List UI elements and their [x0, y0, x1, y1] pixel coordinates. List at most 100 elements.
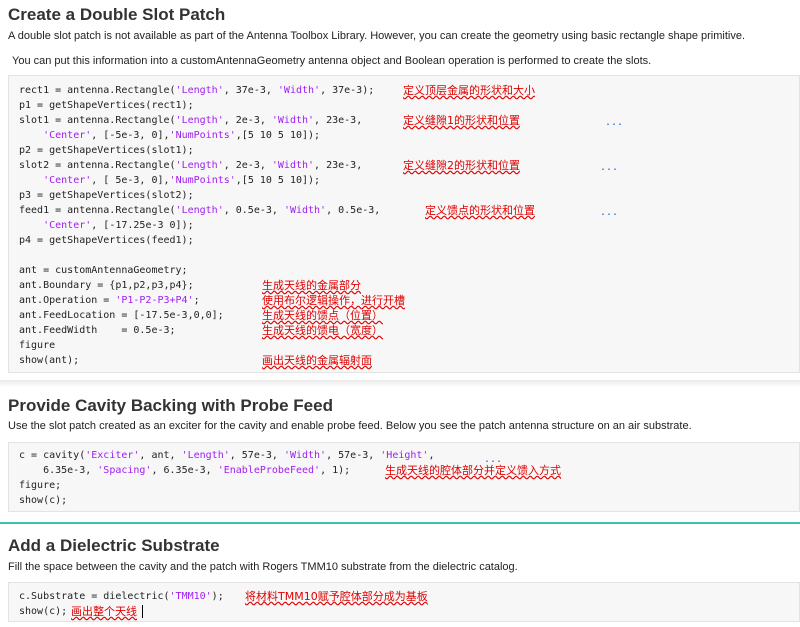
section-title-cavity: Provide Cavity Backing with Probe Feed: [8, 396, 333, 415]
code-token: slot1 = antenna.Rectangle(: [19, 115, 176, 126]
code-line: p3 = getShapeVertices(slot2);: [19, 190, 194, 201]
string-literal: 'Center': [43, 130, 92, 141]
code-comment: 将材料TMM10赋予腔体部分成为基板: [245, 590, 428, 603]
continuation-ellipsis: ...: [600, 207, 619, 218]
code-line: ant.FeedWidth = 0.5e-3;: [19, 325, 176, 336]
code-token: , 57e-3,: [229, 450, 284, 461]
code-line: ant = customAntennaGeometry;: [19, 265, 188, 276]
section-description: You can put this information into a cust…: [12, 55, 652, 67]
code-token: , 37e-3);: [320, 85, 375, 96]
string-literal: 'Width': [277, 85, 321, 96]
code-line: ant.Operation = 'P1-P2-P3+P4';: [19, 293, 200, 308]
string-literal: 'Width': [271, 115, 315, 126]
string-literal: 'Length': [181, 450, 230, 461]
code-comment: 定义馈点的形状和位置: [425, 204, 535, 217]
string-literal: 'Width': [283, 205, 327, 216]
string-literal: 'Center': [43, 220, 92, 231]
section-description: Use the slot patch created as an exciter…: [8, 420, 692, 432]
section-title-dielectric: Add a Dielectric Substrate: [8, 536, 220, 555]
code-line: c = cavity('Exciter', ant, 'Length', 57e…: [19, 448, 434, 463]
code-line: feed1 = antenna.Rectangle('Length', 0.5e…: [19, 203, 380, 218]
code-token: , 23e-3,: [314, 160, 363, 171]
code-token: rect1 = antenna.Rectangle(: [19, 85, 176, 96]
code-token: , 0.5e-3,: [223, 205, 284, 216]
code-token: , ant,: [139, 450, 182, 461]
string-literal: 'Length': [175, 115, 224, 126]
code-comment: 使用布尔逻辑操作，进行开槽: [262, 294, 405, 307]
code-line: c.Substrate = dielectric('TMM10');: [19, 589, 224, 604]
code-token: , 37e-3,: [223, 85, 278, 96]
code-comment: 生成天线的馈电（宽度）: [262, 324, 383, 337]
code-line: p2 = getShapeVertices(slot1);: [19, 145, 194, 156]
string-literal: 'Length': [175, 205, 224, 216]
code-line: figure;: [19, 480, 62, 491]
code-token: , [-5e-3, 0],: [91, 130, 170, 141]
code-token: c.Substrate = dielectric(: [19, 591, 170, 602]
code-token: , 2e-3,: [223, 115, 272, 126]
code-comment: 定义顶层金属的形状和大小: [403, 84, 535, 97]
section-description: Fill the space between the cavity and th…: [8, 561, 518, 573]
code-line: ant.FeedLocation = [-17.5e-3,0,0];: [19, 310, 224, 321]
string-literal: 'Length': [175, 85, 224, 96]
continuation-ellipsis: ...: [600, 162, 619, 173]
code-line: figure: [19, 340, 56, 351]
section-description: A double slot patch is not available as …: [8, 30, 746, 42]
code-comment: 定义缝隙1的形状和位置: [403, 114, 520, 127]
string-literal: 'NumPoints': [169, 175, 236, 186]
code-token: , 23e-3,: [314, 115, 363, 126]
string-literal: 'NumPoints': [169, 130, 236, 141]
code-line: show(ant);: [19, 355, 80, 366]
code-token: ,: [428, 450, 435, 461]
text-cursor: [142, 605, 143, 618]
string-literal: 'Height': [380, 450, 429, 461]
code-comment: 画出天线的金属辐射面: [262, 354, 372, 367]
code-line: slot2 = antenna.Rectangle('Length', 2e-3…: [19, 158, 362, 173]
code-token: slot2 = antenna.Rectangle(: [19, 160, 176, 171]
code-token: );: [211, 591, 224, 602]
string-literal: 'Width': [271, 160, 315, 171]
code-token: ant.Operation =: [19, 295, 116, 306]
code-token: , 1);: [320, 465, 351, 476]
continuation-ellipsis: ...: [605, 117, 624, 128]
code-line: rect1 = antenna.Rectangle('Length', 37e-…: [19, 83, 374, 98]
code-line: p1 = getShapeVertices(rect1);: [19, 100, 194, 111]
code-token: , 2e-3,: [223, 160, 272, 171]
code-line: show(c);: [19, 606, 68, 617]
code-line: show(c);: [19, 495, 68, 506]
section-divider: [0, 522, 800, 524]
code-comment: 画出整个天线: [71, 605, 137, 618]
code-token: , 57e-3,: [326, 450, 381, 461]
code-token: ,[5 10 5 10]);: [235, 130, 321, 141]
code-token: ,[5 10 5 10]);: [235, 175, 321, 186]
string-literal: 'Width': [283, 450, 327, 461]
code-line: p4 = getShapeVertices(feed1);: [19, 235, 194, 246]
string-literal: 'Exciter': [85, 450, 140, 461]
string-literal: 'EnableProbeFeed': [217, 465, 321, 476]
code-line: 'Center', [ 5e-3, 0],'NumPoints',[5 10 5…: [19, 173, 320, 188]
code-token: , [ 5e-3, 0],: [91, 175, 170, 186]
code-token: , 6.35e-3,: [151, 465, 218, 476]
string-literal: 'Center': [43, 175, 92, 186]
string-literal: 'TMM10': [169, 591, 212, 602]
code-comment: 生成天线的馈点（位置）: [262, 309, 383, 322]
code-comment: 生成天线的腔体部分并定义馈入方式: [385, 464, 561, 477]
code-comment: 生成天线的金属部分: [262, 279, 361, 292]
code-token: ;: [193, 295, 200, 306]
code-line: 'Center', [-17.25e-3 0]);: [19, 218, 194, 233]
code-line: slot1 = antenna.Rectangle('Length', 2e-3…: [19, 113, 362, 128]
code-token: , 0.5e-3,: [326, 205, 381, 216]
code-line: 'Center', [-5e-3, 0],'NumPoints',[5 10 5…: [19, 128, 320, 143]
string-literal: 'Spacing': [97, 465, 152, 476]
section-separator: [0, 380, 800, 387]
code-token: c = cavity(: [19, 450, 86, 461]
string-literal: 'Length': [175, 160, 224, 171]
section-title-double-slot: Create a Double Slot Patch: [8, 5, 226, 24]
code-line: 6.35e-3, 'Spacing', 6.35e-3, 'EnableProb…: [19, 463, 350, 478]
code-line: ant.Boundary = {p1,p2,p3,p4};: [19, 280, 194, 291]
code-token: feed1 = antenna.Rectangle(: [19, 205, 176, 216]
code-token: , [-17.25e-3 0]);: [91, 220, 194, 231]
code-comment: 定义缝隙2的形状和位置: [403, 159, 520, 172]
